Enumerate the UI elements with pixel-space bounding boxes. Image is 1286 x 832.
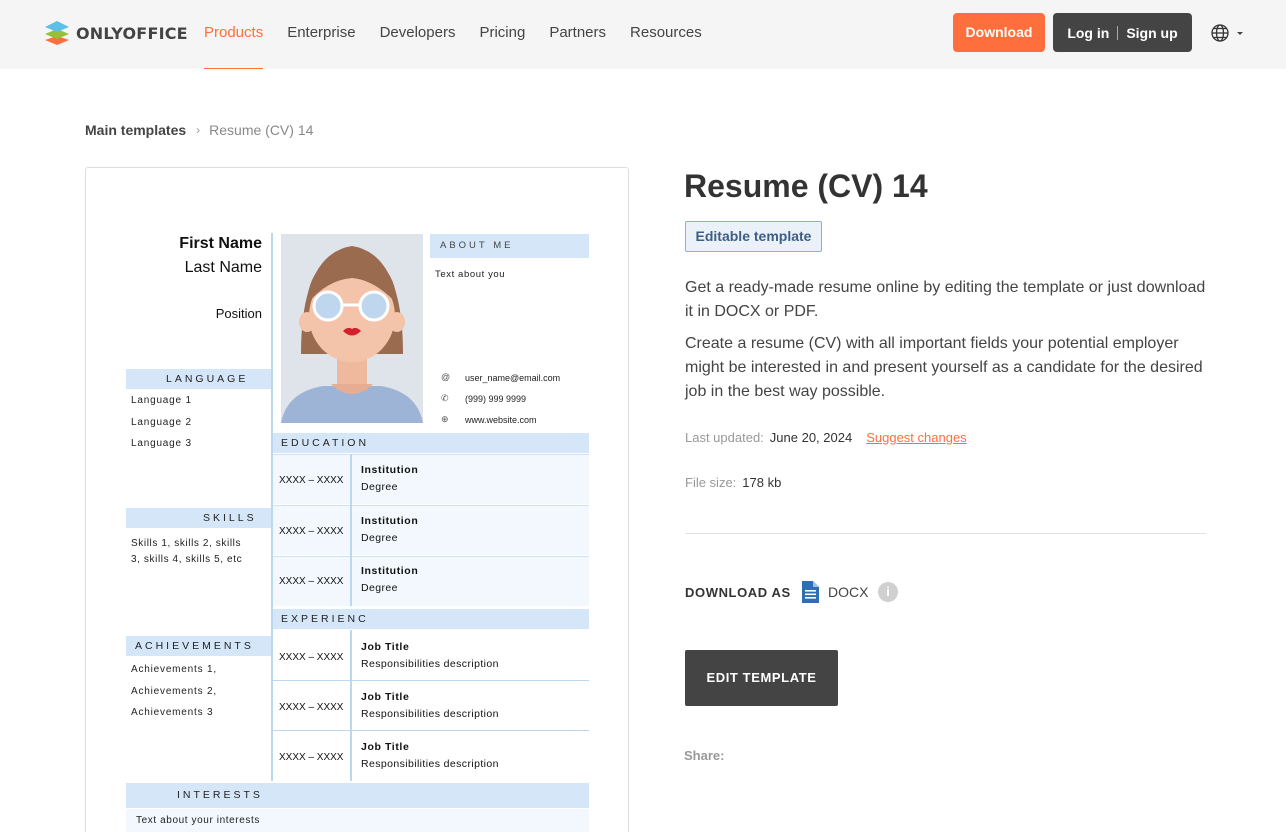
cv-achievement-1: Achievements 1, bbox=[131, 664, 217, 675]
edit-template-button[interactable]: EDIT TEMPLATE bbox=[685, 650, 838, 706]
cv-education-degree: Degree bbox=[361, 481, 398, 493]
cv-experience-dates: XXXX – XXXX bbox=[279, 752, 344, 763]
cv-job-title: Job Title bbox=[361, 741, 410, 753]
onlyoffice-logo[interactable]: ONLYOFFICE bbox=[44, 20, 188, 46]
cv-education-dates: XXXX – XXXX bbox=[279, 526, 344, 537]
globe-icon: ⊕ bbox=[441, 414, 449, 424]
cv-website: www.website.com bbox=[465, 415, 537, 425]
cv-experience-row-line bbox=[273, 730, 589, 731]
breadcrumb: Main templates › Resume (CV) 14 bbox=[85, 122, 313, 138]
cv-first-name: First Name bbox=[179, 235, 262, 252]
cv-education-degree: Degree bbox=[361, 582, 398, 594]
cv-experience-divider bbox=[350, 630, 352, 781]
cv-education-institution: Institution bbox=[361, 464, 419, 476]
nav-developers[interactable]: Developers bbox=[380, 0, 456, 69]
cv-skills-heading: SKILLS bbox=[126, 508, 271, 528]
cv-interests-text: Text about your interests bbox=[136, 815, 260, 826]
page-title: Resume (CV) 14 bbox=[684, 168, 928, 204]
nav-products[interactable]: Products bbox=[204, 0, 264, 69]
cv-job-title: Job Title bbox=[361, 641, 410, 653]
cv-portrait-image bbox=[281, 234, 423, 423]
cv-skills-line-1: Skills 1, skills 2, skills bbox=[131, 538, 242, 549]
cv-position: Position bbox=[215, 306, 262, 321]
breadcrumb-current: Resume (CV) 14 bbox=[209, 122, 314, 138]
cv-phone: (999) 999 9999 bbox=[465, 394, 527, 404]
cv-education-degree: Degree bbox=[361, 532, 398, 544]
nav-pricing[interactable]: Pricing bbox=[479, 0, 525, 69]
file-size-value: 178 kb bbox=[742, 475, 782, 490]
auth-divider bbox=[1117, 25, 1119, 40]
cv-experience-heading: EXPERIENC bbox=[273, 609, 589, 629]
globe-icon bbox=[1211, 24, 1229, 42]
download-docx-option[interactable]: DOCX bbox=[801, 580, 868, 604]
template-preview[interactable]: First Name Last Name Position ABOUT ME T… bbox=[85, 167, 629, 832]
cv-achievements-heading: ACHIEVEMENTS bbox=[126, 636, 271, 656]
cv-education-dates: XXXX – XXXX bbox=[279, 576, 344, 587]
phone-icon: ✆ bbox=[441, 393, 449, 403]
cv-job-description: Responsibilities description bbox=[361, 658, 499, 670]
last-updated-label: Last updated: bbox=[685, 430, 764, 445]
cv-achievement-2: Achievements 2, bbox=[131, 686, 217, 697]
cv-achievement-3: Achievements 3 bbox=[131, 707, 214, 718]
cv-job-title: Job Title bbox=[361, 691, 410, 703]
editable-template-badge: Editable template bbox=[685, 221, 822, 252]
description-paragraph-1: Get a ready-made resume online by editin… bbox=[685, 279, 1206, 320]
main-nav: Products Enterprise Developers Pricing P… bbox=[204, 0, 726, 69]
cv-language-heading: LANGUAGE bbox=[126, 369, 271, 389]
chevron-right-icon: › bbox=[196, 123, 201, 137]
suggest-changes-link[interactable]: Suggest changes bbox=[866, 430, 966, 445]
last-updated-value: June 20, 2024 bbox=[769, 430, 853, 445]
cv-education-heading: EDUCATION bbox=[273, 433, 589, 453]
nav-resources[interactable]: Resources bbox=[630, 0, 702, 69]
chevron-down-icon bbox=[1237, 32, 1243, 35]
auth-buttons: Log in Sign up bbox=[1053, 13, 1192, 52]
cv-experience-dates: XXXX – XXXX bbox=[279, 652, 344, 663]
cv-language-1: Language 1 bbox=[131, 395, 192, 406]
signup-button[interactable]: Sign up bbox=[1126, 25, 1177, 41]
cv-language-3: Language 3 bbox=[131, 438, 192, 449]
login-button[interactable]: Log in bbox=[1067, 25, 1109, 41]
cv-last-name: Last Name bbox=[184, 259, 262, 276]
nav-enterprise[interactable]: Enterprise bbox=[287, 0, 355, 69]
cv-job-description: Responsibilities description bbox=[361, 708, 499, 720]
last-updated: Last updated: June 20, 2024 Suggest change… bbox=[685, 430, 967, 445]
description-paragraph-2: Create a resume (CV) with all important … bbox=[685, 335, 1203, 400]
section-divider bbox=[685, 533, 1206, 534]
cv-about-text: Text about you bbox=[435, 269, 506, 280]
download-button[interactable]: Download bbox=[953, 13, 1045, 52]
info-icon[interactable]: i bbox=[878, 582, 898, 602]
cv-skills-line-2: 3, skills 4, skills 5, etc bbox=[131, 554, 243, 565]
cv-email: user_name@email.com bbox=[465, 373, 561, 383]
file-size-label: File size: bbox=[685, 475, 737, 490]
share-label: Share: bbox=[684, 748, 725, 763]
cv-education-dates: XXXX – XXXX bbox=[279, 475, 344, 486]
top-navigation-bar: ONLYOFFICE Products Enterprise Developer… bbox=[0, 0, 1286, 69]
cv-education-institution: Institution bbox=[361, 565, 419, 577]
cv-education-institution: Institution bbox=[361, 515, 419, 527]
cv-about-heading: ABOUT ME bbox=[430, 234, 589, 258]
nav-partners[interactable]: Partners bbox=[549, 0, 606, 69]
cv-language-2: Language 2 bbox=[131, 417, 192, 428]
cv-experience-row-line bbox=[273, 680, 589, 681]
download-as-label: DOWNLOAD AS bbox=[685, 585, 791, 600]
cv-job-description: Responsibilities description bbox=[361, 758, 499, 770]
at-sign-icon: @ bbox=[441, 372, 451, 382]
logo-text: ONLYOFFICE bbox=[76, 23, 188, 43]
onlyoffice-logo-icon bbox=[45, 21, 69, 45]
cv-education-divider bbox=[350, 454, 352, 606]
language-selector[interactable] bbox=[1211, 24, 1245, 42]
docx-file-icon bbox=[802, 581, 819, 603]
docx-label: DOCX bbox=[828, 584, 869, 600]
file-size: File size: 178 kb bbox=[685, 475, 781, 490]
cv-experience-dates: XXXX – XXXX bbox=[279, 702, 344, 713]
breadcrumb-main-templates[interactable]: Main templates bbox=[85, 122, 186, 138]
cv-interests-heading: INTERESTS bbox=[126, 783, 589, 808]
